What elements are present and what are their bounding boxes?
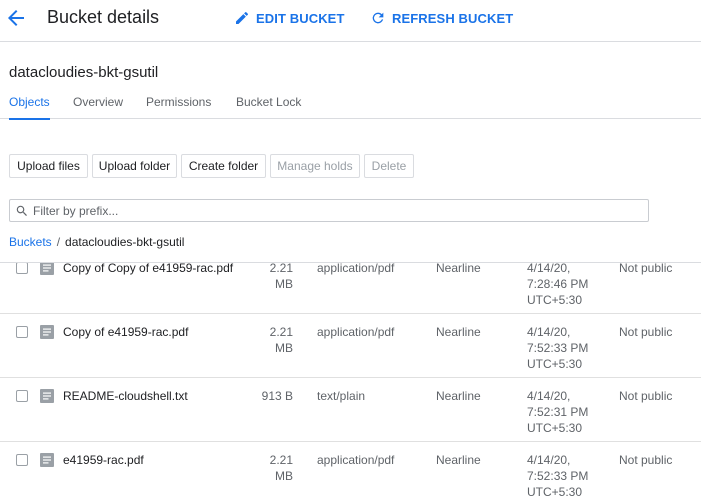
tab-objects[interactable]: Objects	[9, 95, 50, 120]
object-size: 2.21 MB	[253, 262, 293, 292]
object-date: 4/14/20,	[527, 262, 571, 275]
object-name-link[interactable]: Copy of Copy of e41959-rac.pdf	[63, 263, 233, 276]
object-time: 7:28:46 PM	[527, 277, 589, 291]
refresh-icon	[372, 12, 384, 24]
object-type: text/plain	[317, 389, 366, 403]
object-date: 4/14/20,	[527, 389, 571, 403]
object-size-value: 913 B	[261, 389, 293, 403]
upload-files-button[interactable]: Upload files	[9, 154, 88, 178]
object-type: application/pdf	[317, 453, 395, 467]
refresh-bucket-label: REFRESH BUCKET	[392, 10, 514, 26]
object-time: 7:52:31 PM	[527, 405, 589, 419]
object-storage-class: Nearline	[436, 325, 481, 339]
row-checkbox[interactable]	[16, 326, 28, 338]
object-storage-class: Nearline	[436, 262, 481, 275]
object-public-access: Not public	[619, 453, 673, 467]
tab-bucket-lock[interactable]: Bucket Lock	[236, 95, 301, 119]
row-checkbox[interactable]	[16, 454, 28, 466]
object-last-modified: 4/14/20, 7:28:46 PM UTC+5:30	[527, 262, 589, 308]
edit-bucket-button[interactable]: EDIT BUCKET	[234, 8, 345, 28]
objects-table: Copy of Copy of e41959-rac.pdf 2.21 MB ap…	[0, 262, 701, 502]
upload-folder-button[interactable]: Upload folder	[92, 154, 177, 178]
manage-holds-button[interactable]: Manage holds	[270, 154, 360, 178]
object-timezone: UTC+5:30	[527, 421, 583, 435]
object-type: application/pdf	[317, 325, 395, 339]
back-arrow-icon[interactable]	[4, 6, 28, 30]
tab-bar: Objects Overview Permissions Bucket Lock	[0, 92, 701, 120]
object-name-link[interactable]: Copy of e41959-rac.pdf	[63, 324, 188, 340]
object-last-modified: 4/14/20, 7:52:33 PM UTC+5:30	[527, 452, 588, 500]
table-row: Copy of e41959-rac.pdf 2.21 MB applicatio…	[0, 314, 701, 378]
object-last-modified: 4/14/20, 7:52:33 PM UTC+5:30	[527, 324, 588, 372]
object-timezone: UTC+5:30	[527, 293, 583, 307]
object-size-unit: MB	[275, 277, 293, 291]
object-size-unit: MB	[275, 341, 293, 355]
objects-table-rows: Copy of Copy of e41959-rac.pdf 2.21 MB ap…	[0, 262, 701, 502]
object-date: 4/14/20,	[527, 453, 571, 467]
object-type: application/pdf	[317, 262, 395, 275]
object-name-link[interactable]: e41959-rac.pdf	[63, 452, 144, 468]
breadcrumb-buckets-link[interactable]: Buckets	[9, 235, 52, 249]
object-name-link[interactable]: README-cloudshell.txt	[63, 388, 188, 404]
object-size-value: 2.21	[269, 325, 293, 339]
filter-box	[9, 199, 649, 222]
refresh-bucket-button[interactable]: REFRESH BUCKET	[370, 8, 513, 28]
object-public-access: Not public	[619, 325, 673, 339]
file-icon	[40, 325, 54, 339]
search-icon	[16, 205, 27, 216]
file-icon	[40, 453, 54, 467]
bucket-name: datacloudies-bkt-gsutil	[9, 64, 159, 81]
object-timezone: UTC+5:30	[527, 485, 583, 499]
object-size: 913 B	[253, 388, 293, 404]
create-folder-button[interactable]: Create folder	[181, 154, 266, 178]
tab-permissions[interactable]: Permissions	[146, 95, 211, 119]
object-last-modified: 4/14/20, 7:52:31 PM UTC+5:30	[527, 388, 588, 436]
object-storage-class: Nearline	[436, 453, 481, 467]
object-size-value: 2.21	[269, 453, 293, 467]
table-row: README-cloudshell.txt 913 B text/plain N…	[0, 378, 701, 442]
filter-input[interactable]	[33, 202, 633, 219]
table-row: e41959-rac.pdf 2.21 MB application/pdf Ne…	[0, 442, 701, 502]
object-timezone: UTC+5:30	[527, 357, 583, 371]
breadcrumb-separator: /	[56, 235, 61, 249]
breadcrumb: Buckets / datacloudies-bkt-gsutil	[9, 235, 184, 249]
object-public-access: Not public	[619, 389, 673, 403]
delete-button[interactable]: Delete	[364, 154, 414, 178]
pencil-icon	[236, 11, 249, 24]
object-size-unit: MB	[275, 469, 293, 483]
page-header: Bucket details EDIT BUCKET REFRESH BUCKE…	[0, 0, 701, 42]
row-checkbox[interactable]	[16, 390, 28, 402]
table-row: Copy of Copy of e41959-rac.pdf 2.21 MB ap…	[0, 262, 701, 314]
tab-overview[interactable]: Overview	[73, 95, 123, 119]
row-checkbox[interactable]	[16, 263, 28, 274]
edit-bucket-label: EDIT BUCKET	[256, 10, 345, 26]
object-time: 7:52:33 PM	[527, 341, 589, 355]
page-title: Bucket details	[47, 7, 160, 27]
object-storage-class: Nearline	[436, 389, 481, 403]
object-size: 2.21 MB	[253, 452, 293, 484]
object-public-access: Not public	[619, 262, 673, 275]
breadcrumb-current: datacloudies-bkt-gsutil	[65, 235, 185, 249]
object-time: 7:52:33 PM	[527, 469, 589, 483]
object-date: 4/14/20,	[527, 325, 571, 339]
file-icon	[40, 263, 54, 275]
object-size: 2.21 MB	[253, 324, 293, 356]
object-size-value: 2.21	[269, 262, 293, 275]
file-icon	[40, 389, 54, 403]
